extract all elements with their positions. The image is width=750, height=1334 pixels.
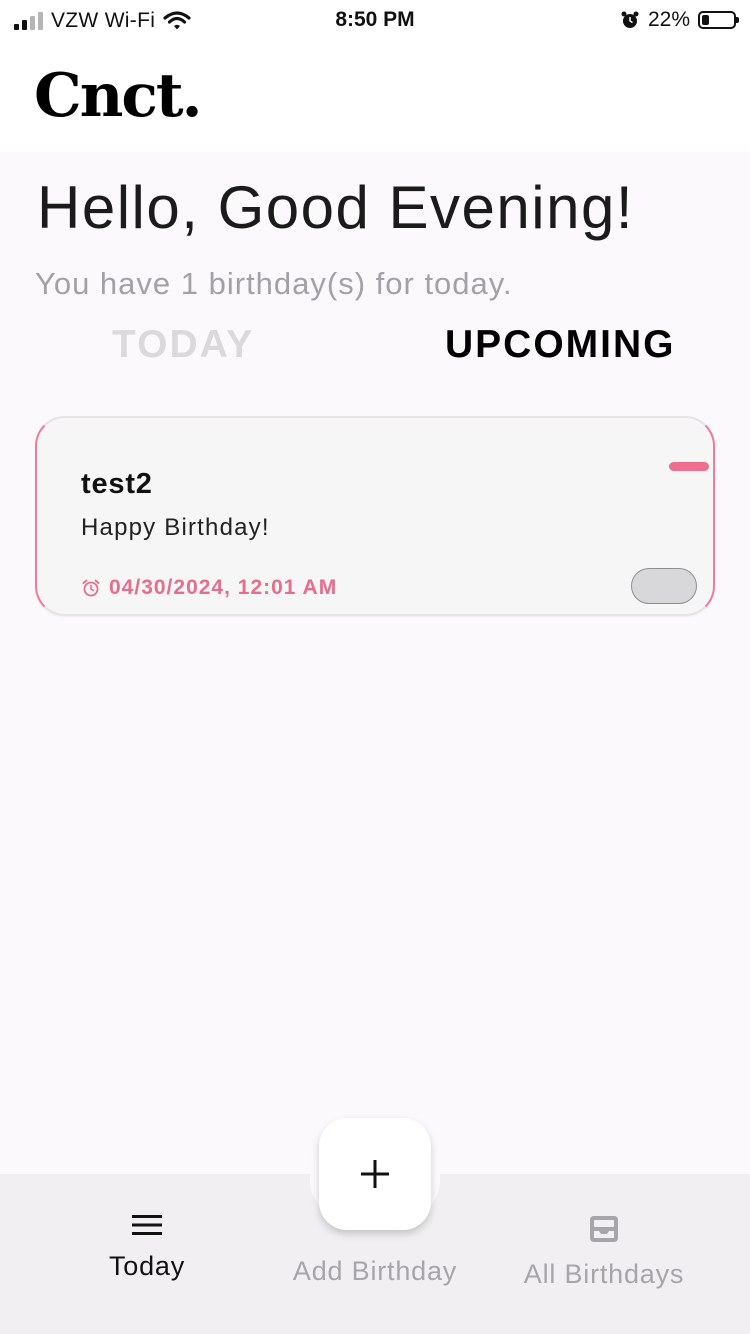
plus-icon: [361, 1160, 389, 1188]
nav-label-add-birthday: Add Birthday: [292, 1256, 458, 1286]
status-right: 22%: [620, 8, 739, 32]
add-birthday-button[interactable]: [319, 1118, 431, 1230]
nav-item-add-birthday[interactable]: Add Birthday: [265, 1256, 485, 1287]
birthday-card[interactable]: test2 Happy Birthday! 04/30/2024, 12:01 …: [35, 416, 715, 616]
nav-item-today[interactable]: Today: [37, 1214, 257, 1282]
menu-icon: [132, 1215, 162, 1235]
birthday-message: Happy Birthday!: [81, 514, 270, 541]
alarm-clock-icon: [82, 579, 100, 597]
reminder-toggle[interactable]: [631, 568, 697, 604]
nav-label-today: Today: [108, 1251, 186, 1281]
birthday-datetime-text: 04/30/2024, 12:01 AM: [109, 576, 338, 599]
battery-fill: [702, 15, 709, 25]
battery-percent: 22%: [647, 8, 690, 31]
birthday-datetime: 04/30/2024, 12:01 AM: [81, 576, 337, 600]
status-bar: VZW Wi-Fi 8:50 PM 22%: [0, 0, 750, 40]
tab-today[interactable]: TODAY: [112, 322, 254, 369]
greeting-heading: Hello, Good Evening!: [37, 174, 635, 241]
app-logo: Cnct.: [34, 61, 203, 131]
tab-upcoming[interactable]: UPCOMING: [445, 322, 676, 369]
alarm-icon: [621, 11, 639, 28]
card-accent-bar: [669, 462, 709, 471]
birthday-name: test2: [81, 468, 153, 500]
battery-icon: [698, 11, 739, 29]
nav-label-all-birthdays: All Birthdays: [523, 1259, 685, 1289]
nav-item-all-birthdays[interactable]: All Birthdays: [494, 1214, 714, 1290]
app-header: Cnct.: [0, 40, 750, 152]
inbox-icon: [590, 1216, 618, 1242]
birthday-count-subtitle: You have 1 birthday(s) for today.: [35, 266, 513, 301]
